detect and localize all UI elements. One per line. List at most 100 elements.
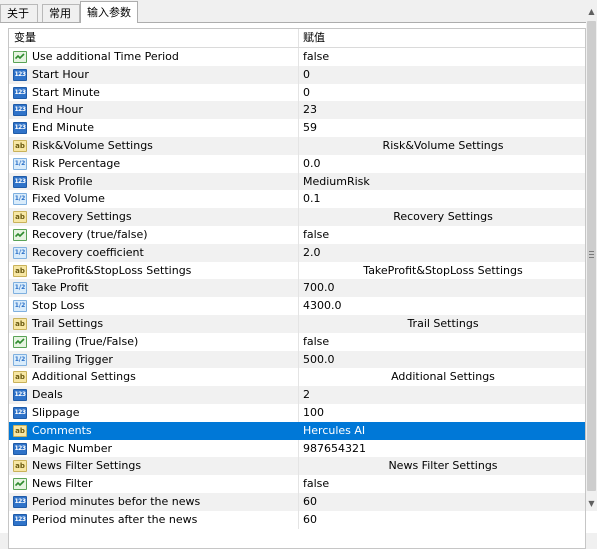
parameter-row[interactable]: 1/2 Trailing Trigger 500.0 (9, 350, 585, 369)
variable-cell: ab Risk&Volume Settings (9, 136, 299, 155)
integer-type-icon: 123 (13, 389, 27, 402)
parameter-row[interactable]: 123 Magic Number 987654321 (9, 439, 585, 458)
variable-cell: 123 Start Minute (9, 83, 299, 102)
integer-type-icon: 123 (13, 175, 27, 188)
parameter-value[interactable]: Recovery Settings (303, 208, 583, 226)
parameter-row[interactable]: ab Additional Settings Additional Settings (9, 368, 585, 387)
parameter-name: Trailing (True/False) (32, 334, 139, 348)
parameter-value[interactable]: 0 (303, 84, 583, 102)
parameter-name: Trail Settings (32, 316, 104, 330)
variable-cell: 123 Period minutes after the news (9, 510, 299, 529)
parameter-name: End Hour (32, 103, 83, 117)
parameter-row[interactable]: Trailing (True/False) false (9, 332, 585, 351)
parameter-value[interactable]: MediumRisk (303, 173, 583, 191)
variable-cell: 123 Deals (9, 386, 299, 404)
parameter-row[interactable]: 1/2 Fixed Volume 0.1 (9, 190, 585, 209)
parameter-value[interactable]: 987654321 (303, 440, 583, 458)
tab-inputs[interactable]: 输入参数 (80, 1, 138, 23)
parameter-row[interactable]: Use additional Time Period false (9, 48, 585, 66)
scroll-down-arrow-icon[interactable]: ▼ (586, 497, 597, 511)
parameter-name: Fixed Volume (32, 192, 105, 206)
parameter-row[interactable]: News Filter false (9, 475, 585, 493)
variable-cell: 1/2 Fixed Volume (9, 190, 299, 209)
double-type-icon: 1/2 (13, 193, 27, 206)
parameter-row[interactable]: 123 Deals 2 (9, 386, 585, 404)
parameter-row[interactable]: ab TakeProfit&StopLoss Settings TakeProfit… (9, 261, 585, 280)
variable-cell: ab Additional Settings (9, 368, 299, 387)
string-type-icon: ab (13, 460, 27, 473)
parameter-row[interactable]: 123 Risk Profile MediumRisk (9, 172, 585, 191)
parameter-value[interactable]: TakeProfit&StopLoss Settings (303, 262, 583, 280)
parameter-name: End Minute (32, 121, 94, 135)
parameter-value[interactable]: false (303, 226, 583, 244)
parameter-row[interactable]: 123 End Hour 23 (9, 101, 585, 120)
tab-about[interactable]: 关于 (0, 4, 38, 22)
parameter-name: News Filter (32, 477, 93, 491)
tab-common[interactable]: 常用 (42, 4, 80, 22)
scroll-up-arrow-icon[interactable]: ▲ (586, 5, 597, 19)
boolean-type-icon (13, 228, 27, 241)
parameter-name: Start Minute (32, 85, 100, 99)
boolean-type-icon (13, 335, 27, 348)
parameter-row[interactable]: ab Comments Hercules AI (9, 421, 585, 440)
parameter-row[interactable]: ab Risk&Volume Settings Risk&Volume Settin… (9, 136, 585, 155)
parameter-name: Use additional Time Period (32, 50, 179, 63)
parameter-value[interactable]: Additional Settings (303, 368, 583, 386)
parameter-row[interactable]: 1/2 Take Profit 700.0 (9, 279, 585, 298)
parameter-row[interactable]: 1/2 Stop Loss 4300.0 (9, 297, 585, 315)
scroll-thumb[interactable] (587, 21, 596, 491)
boolean-type-icon (13, 51, 27, 63)
parameter-value[interactable]: 0.0 (303, 155, 583, 173)
parameter-row[interactable]: 123 Start Hour 0 (9, 65, 585, 84)
parameter-value[interactable]: 2.0 (303, 244, 583, 262)
column-header-value[interactable]: 赋值 (299, 29, 585, 47)
variable-cell: 123 Risk Profile (9, 172, 299, 191)
parameter-rows: Use additional Time Period false 123 Start … (9, 48, 585, 529)
parameter-value[interactable]: 59 (303, 119, 583, 137)
parameter-row[interactable]: Recovery (true/false) false (9, 225, 585, 244)
parameter-value[interactable]: 60 (303, 493, 583, 511)
variable-cell: 1/2 Trailing Trigger (9, 350, 299, 369)
parameter-value[interactable]: 0 (303, 66, 583, 84)
string-type-icon: ab (13, 264, 27, 277)
parameter-value[interactable]: 4300.0 (303, 297, 583, 315)
parameter-value[interactable]: false (303, 333, 583, 351)
parameter-row[interactable]: 123 Start Minute 0 (9, 83, 585, 102)
parameter-row[interactable]: 1/2 Risk Percentage 0.0 (9, 154, 585, 173)
column-header-variable[interactable]: 变量 (9, 29, 299, 47)
variable-cell: Recovery (true/false) (9, 225, 299, 244)
parameter-name: Deals (32, 388, 63, 402)
parameter-value[interactable]: 23 (303, 101, 583, 119)
variable-cell: 1/2 Stop Loss (9, 297, 299, 315)
parameter-name: Magic Number (32, 441, 113, 455)
parameter-value[interactable]: 700.0 (303, 279, 583, 297)
parameter-row[interactable]: 123 Period minutes after the news 60 (9, 510, 585, 529)
parameter-value[interactable]: false (303, 48, 583, 66)
variable-cell: Use additional Time Period (9, 48, 299, 66)
parameter-value[interactable]: 2 (303, 386, 583, 404)
parameter-row[interactable]: 123 Period minutes befor the news 60 (9, 492, 585, 511)
parameter-value[interactable]: Trail Settings (303, 315, 583, 333)
parameter-value[interactable]: false (303, 475, 583, 493)
parameter-value[interactable]: News Filter Settings (303, 457, 583, 475)
integer-type-icon: 123 (13, 68, 27, 81)
parameter-value[interactable]: 0.1 (303, 190, 583, 208)
parameter-value[interactable]: Risk&Volume Settings (303, 137, 583, 155)
parameter-name: Comments (32, 423, 92, 437)
parameter-row[interactable]: 123 End Minute 59 (9, 119, 585, 137)
parameter-value[interactable]: 500.0 (303, 351, 583, 369)
parameter-value[interactable]: 60 (303, 511, 583, 529)
parameter-row[interactable]: 123 Slippage 100 (9, 403, 585, 422)
parameter-row[interactable]: ab Trail Settings Trail Settings (9, 314, 585, 333)
string-type-icon: ab (13, 424, 27, 437)
integer-type-icon: 123 (13, 406, 27, 419)
parameter-row[interactable]: ab News Filter Settings News Filter Settin… (9, 457, 585, 476)
vertical-scrollbar[interactable]: ▲ ▼ (586, 5, 597, 511)
parameter-value[interactable]: 100 (303, 404, 583, 422)
double-type-icon: 1/2 (13, 282, 27, 295)
parameter-value[interactable]: Hercules AI (303, 422, 583, 440)
double-type-icon: 1/2 (13, 300, 27, 313)
parameter-row[interactable]: ab Recovery Settings Recovery Settings (9, 208, 585, 226)
parameter-row[interactable]: 1/2 Recovery coefficient 2.0 (9, 243, 585, 262)
variable-cell: 123 Magic Number (9, 439, 299, 458)
